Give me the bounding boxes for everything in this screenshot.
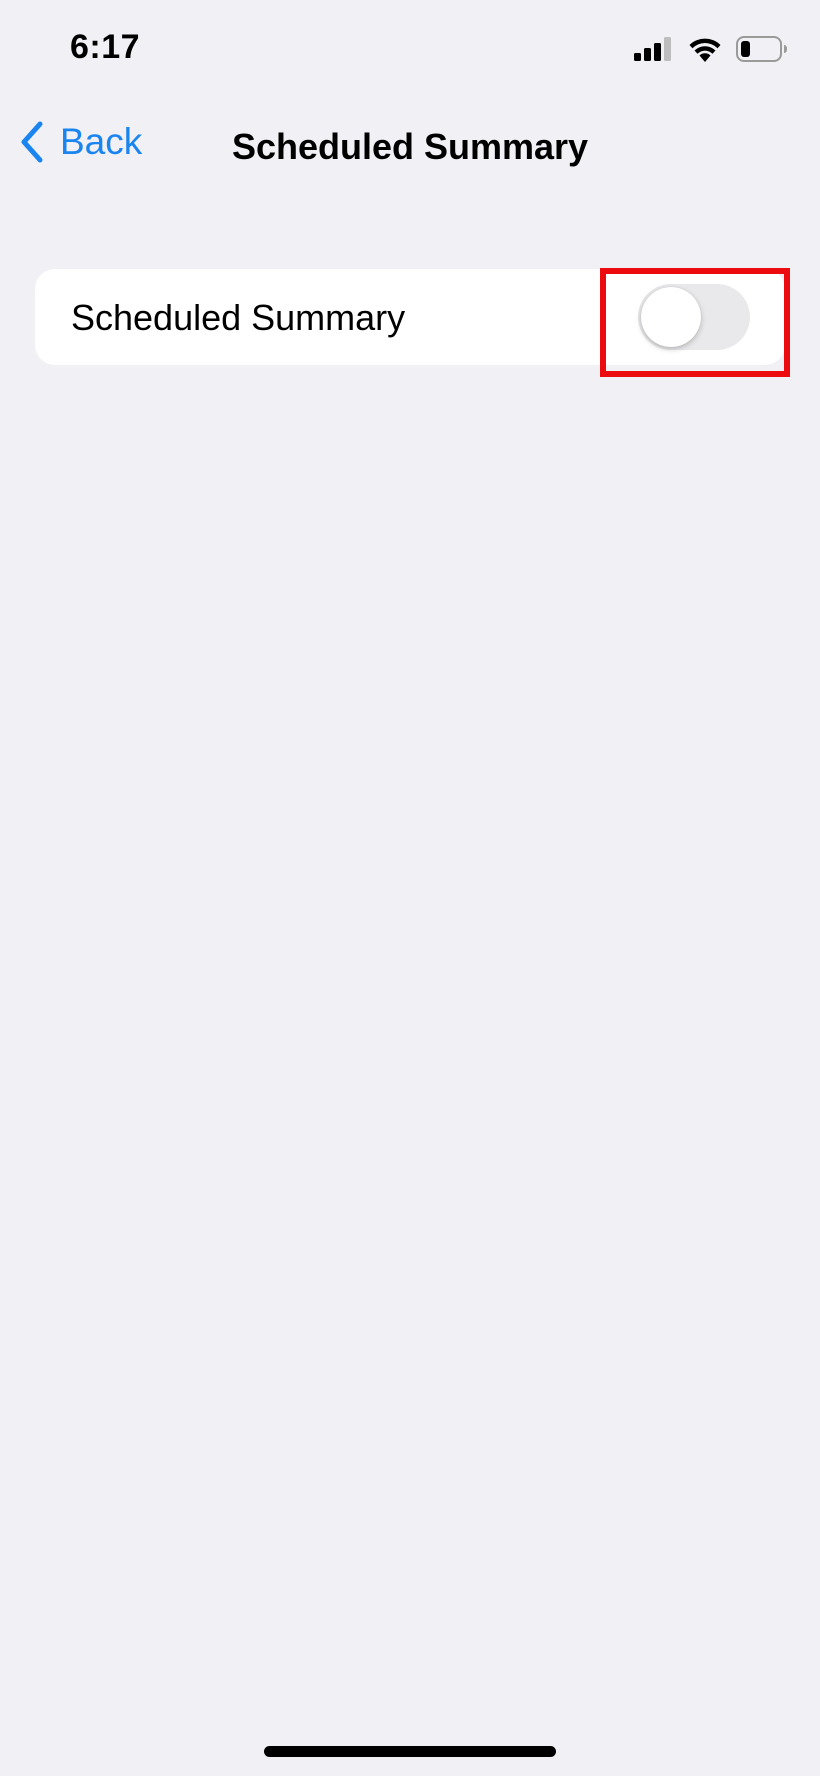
toggle-knob bbox=[641, 287, 701, 347]
status-icons bbox=[634, 36, 788, 62]
scheduled-summary-toggle[interactable] bbox=[638, 284, 750, 350]
wifi-icon bbox=[688, 36, 722, 62]
home-indicator bbox=[264, 1746, 556, 1757]
cellular-signal-icon bbox=[634, 37, 674, 61]
status-bar: 6:17 bbox=[0, 0, 820, 100]
status-time: 6:17 bbox=[70, 28, 141, 66]
nav-bar: Back Scheduled Summary bbox=[0, 100, 820, 192]
scheduled-summary-label: Scheduled Summary bbox=[71, 297, 406, 338]
battery-icon bbox=[736, 36, 788, 62]
page-title: Scheduled Summary bbox=[231, 126, 589, 167]
